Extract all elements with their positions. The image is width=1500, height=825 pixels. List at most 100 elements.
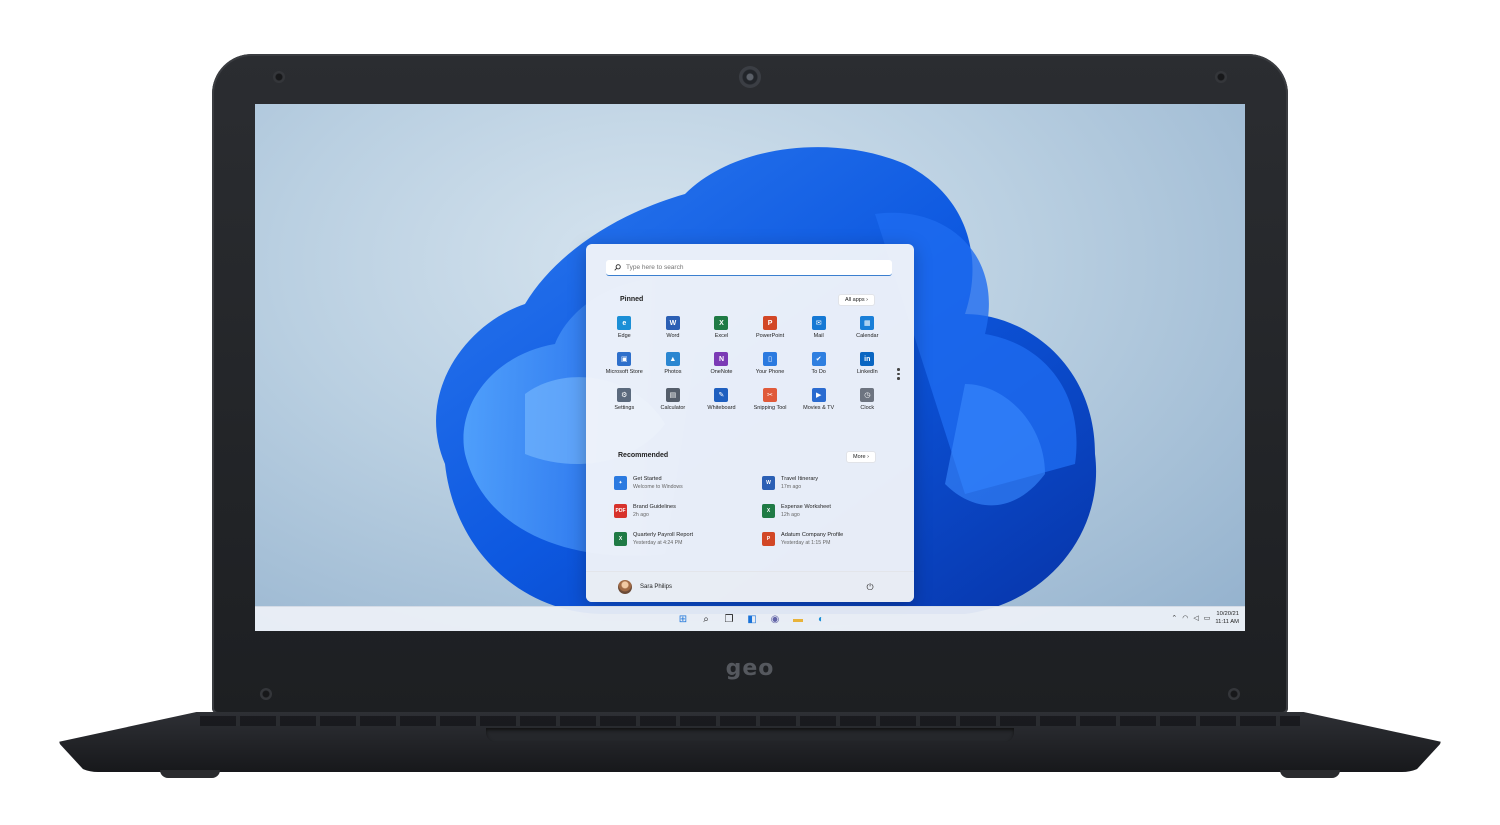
pinned-app[interactable]: ▯ Your Phone xyxy=(746,352,795,375)
pinned-app-label: Mail xyxy=(813,333,824,339)
taskbar: ⊞ ⌕ ❐ ◧ ◉ ▬ ◐ ⌃ ◠ ◁ ▭ 10/20/21 11:11 AM xyxy=(255,606,1245,631)
mail-icon: ✉ xyxy=(811,316,826,330)
pinned-app[interactable]: W Word xyxy=(649,316,698,339)
recommended-text: Adatum Company Profile Yesterday at 1:15 … xyxy=(781,531,843,547)
calendar-icon: ▦ xyxy=(860,316,875,330)
battery-icon[interactable]: ▭ xyxy=(1204,614,1211,622)
pinned-app[interactable]: ✂ Snipping Tool xyxy=(746,388,795,411)
pinned-app-label: Excel xyxy=(714,333,729,339)
recommended-time: Yesterday at 1:15 PM xyxy=(781,539,831,546)
screen: Pinned All apps › e Edge W Word X Excel P Power… xyxy=(255,104,1245,631)
recommended-name: Get Started xyxy=(633,475,662,482)
widgets-icon: ◧ xyxy=(747,613,757,625)
tray-chevron-icon[interactable]: ⌃ xyxy=(1171,614,1177,622)
recommended-text: Travel Itinerary 17m ago xyxy=(781,475,818,491)
recommended-time: 12h ago xyxy=(781,511,800,518)
teams-chat-button[interactable]: ◉ xyxy=(767,611,783,627)
taskbar-icons: ⊞ ⌕ ❐ ◧ ◉ ▬ ◐ xyxy=(675,611,829,627)
pinned-app[interactable]: ⚙ Settings xyxy=(600,388,649,411)
pinned-app-label: Your Phone xyxy=(755,369,785,375)
avatar[interactable] xyxy=(618,580,632,594)
recommended-text: Expense Worksheet 12h ago xyxy=(781,503,831,519)
page-dots-indicator[interactable] xyxy=(897,368,900,380)
pinned-app-label: Clock xyxy=(860,405,875,411)
webcam xyxy=(739,66,761,88)
movies-icon: ▶ xyxy=(811,388,826,402)
recommended-name: Expense Worksheet xyxy=(781,503,831,510)
pinned-title: Pinned xyxy=(620,296,644,303)
pinned-app[interactable]: X Excel xyxy=(697,316,746,339)
clock[interactable]: 10/20/21 11:11 AM xyxy=(1215,610,1239,626)
pinned-app-label: Calendar xyxy=(856,333,879,339)
pinned-app[interactable]: ✔ To Do xyxy=(794,352,843,375)
pinned-app[interactable]: ▦ Calendar xyxy=(843,316,892,339)
wifi-icon[interactable]: ◠ xyxy=(1182,614,1188,622)
pinned-app[interactable]: e Edge xyxy=(600,316,649,339)
pinned-app-label: OneNote xyxy=(710,369,733,375)
pinned-app[interactable]: ✎ Whiteboard xyxy=(697,388,746,411)
powerpoint-doc-icon: P xyxy=(762,531,775,546)
windows-icon: ⊞ xyxy=(678,613,688,625)
recommended-item[interactable]: W Travel Itinerary 17m ago xyxy=(762,474,902,491)
trackpad xyxy=(486,728,1014,742)
clock-date: 10/20/21 xyxy=(1216,611,1239,617)
laptop-foot xyxy=(1280,770,1340,778)
recommended-time: 2h ago xyxy=(633,511,649,518)
widgets-button[interactable]: ◧ xyxy=(744,611,760,627)
more-button[interactable]: More › xyxy=(846,451,876,463)
start-button[interactable]: ⊞ xyxy=(675,611,691,627)
pinned-app-label: PowerPoint xyxy=(756,333,785,339)
folder-icon: ▬ xyxy=(793,613,803,625)
edge-button[interactable]: ◐ xyxy=(813,611,829,627)
settings-icon: ⚙ xyxy=(617,388,632,402)
user-name[interactable]: Sara Philips xyxy=(640,584,672,590)
get-started-icon: ✦ xyxy=(614,475,627,490)
pinned-app-label: Calculator xyxy=(660,405,686,411)
whiteboard-icon: ✎ xyxy=(714,388,729,402)
recommended-name: Adatum Company Profile xyxy=(781,531,844,538)
task-view-button[interactable]: ❐ xyxy=(721,611,737,627)
recommended-time: Welcome to Windows xyxy=(633,483,683,490)
linkedin-icon: in xyxy=(860,352,875,366)
store-icon: ▣ xyxy=(617,352,632,366)
chevron-right-icon: › xyxy=(867,454,869,460)
pinned-app[interactable]: in LinkedIn xyxy=(843,352,892,375)
chat-icon: ◉ xyxy=(770,613,780,625)
pinned-app-label: Movies & TV xyxy=(803,405,835,411)
pinned-app[interactable]: ▶ Movies & TV xyxy=(794,388,843,411)
pinned-app-label: LinkedIn xyxy=(856,369,878,375)
pinned-app[interactable]: ▣ Microsoft Store xyxy=(600,352,649,375)
power-icon[interactable]: ⏻ xyxy=(864,581,876,593)
pinned-app-label: Whiteboard xyxy=(707,405,736,411)
recommended-item[interactable]: X Quarterly Payroll Report Yesterday at 4:… xyxy=(614,530,762,547)
pinned-app[interactable]: ▲ Photos xyxy=(649,352,698,375)
search-input[interactable] xyxy=(626,264,866,271)
phone-icon: ▯ xyxy=(763,352,778,366)
search-button[interactable]: ⌕ xyxy=(698,611,714,627)
recommended-item[interactable]: X Expense Worksheet 12h ago xyxy=(762,502,902,519)
recommended-text: Get Started Welcome to Windows xyxy=(633,475,683,491)
recommended-item[interactable]: ✦ Get Started Welcome to Windows xyxy=(614,474,762,491)
onenote-icon: N xyxy=(714,352,729,366)
recommended-title: Recommended xyxy=(618,452,669,459)
photos-icon: ▲ xyxy=(665,352,680,366)
start-menu: Pinned All apps › e Edge W Word X Excel P Power… xyxy=(586,244,914,602)
recommended-list: ✦ Get Started Welcome to Windows W Travel It… xyxy=(614,474,904,547)
bezel-screw xyxy=(1228,688,1240,700)
pinned-app[interactable]: ◷ Clock xyxy=(843,388,892,411)
pinned-app[interactable]: N OneNote xyxy=(697,352,746,375)
recommended-time: Yesterday at 4:24 PM xyxy=(633,539,683,546)
recommended-item[interactable]: P Adatum Company Profile Yesterday at 1:15… xyxy=(762,530,902,547)
pinned-app[interactable]: P PowerPoint xyxy=(746,316,795,339)
pinned-app[interactable]: ▤ Calculator xyxy=(649,388,698,411)
recommended-item[interactable]: PDF Brand Guidelines 2h ago xyxy=(614,502,762,519)
word-icon: W xyxy=(665,316,680,330)
excel-icon: X xyxy=(714,316,729,330)
volume-icon[interactable]: ◁ xyxy=(1193,614,1198,622)
edge-icon: ◐ xyxy=(817,613,825,625)
file-explorer-button[interactable]: ▬ xyxy=(790,611,806,627)
start-search-box[interactable] xyxy=(606,260,892,276)
pinned-app[interactable]: ✉ Mail xyxy=(794,316,843,339)
clock-icon: ◷ xyxy=(860,388,875,402)
all-apps-button[interactable]: All apps › xyxy=(838,294,875,306)
